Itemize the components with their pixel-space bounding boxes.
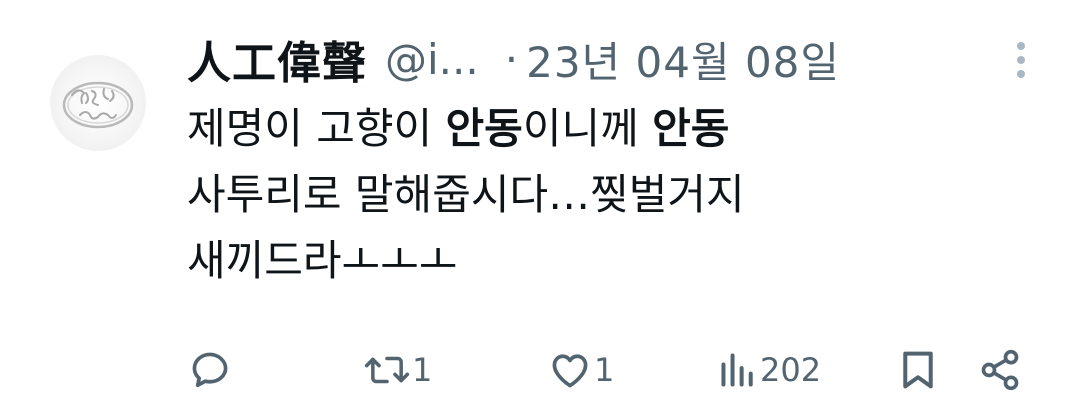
share-icon [981,349,1019,391]
avatar[interactable] [50,55,146,151]
views-count: 202 [760,351,822,389]
tweet-text-line: 사투리로 말해줍시다…찢벌거지 [187,170,745,219]
retweet-count: 1 [412,351,433,389]
ring-avatar-icon [62,81,134,129]
user-handle[interactable]: @i... [385,35,479,84]
retweet-icon [364,356,410,384]
tweet-date[interactable]: 23년 04월 08일 [526,29,840,90]
tweet-text-line: 새끼드라ㅗㅗㅗ [187,236,458,285]
reply-icon [192,352,228,388]
more-vertical-icon [1017,42,1025,50]
bold-word: 안동 [445,104,523,153]
views-icon [721,353,753,387]
bookmark-icon [903,351,933,389]
share-button[interactable] [978,340,1022,400]
tweet-text-line: 제명이 고향이 안동이니께 안동 [187,104,730,153]
heart-icon [552,354,588,388]
separator-dot: · [504,34,519,84]
more-options-button[interactable] [1006,40,1036,80]
tweet-text: 제명이 고향이 안동이니께 안동 사투리로 말해줍시다…찢벌거지 새끼드라ㅗㅗㅗ [187,96,1047,294]
action-bar: 1 1 202 [0,340,1080,400]
like-count: 1 [594,351,615,389]
bold-word: 안동 [652,104,730,153]
views-button[interactable]: 202 [718,340,821,400]
like-button[interactable]: 1 [548,340,614,400]
reply-button[interactable] [188,340,234,400]
display-name[interactable]: 人工偉聲 [187,27,367,91]
retweet-button[interactable]: 1 [364,340,432,400]
bookmark-button[interactable] [898,340,938,400]
tweet-card[interactable]: 人工偉聲 @i... · 23년 04월 08일 제명이 고향이 안동이니께 안… [0,0,1080,420]
tweet-header: 人工偉聲 @i... · 23년 04월 08일 [187,28,840,90]
